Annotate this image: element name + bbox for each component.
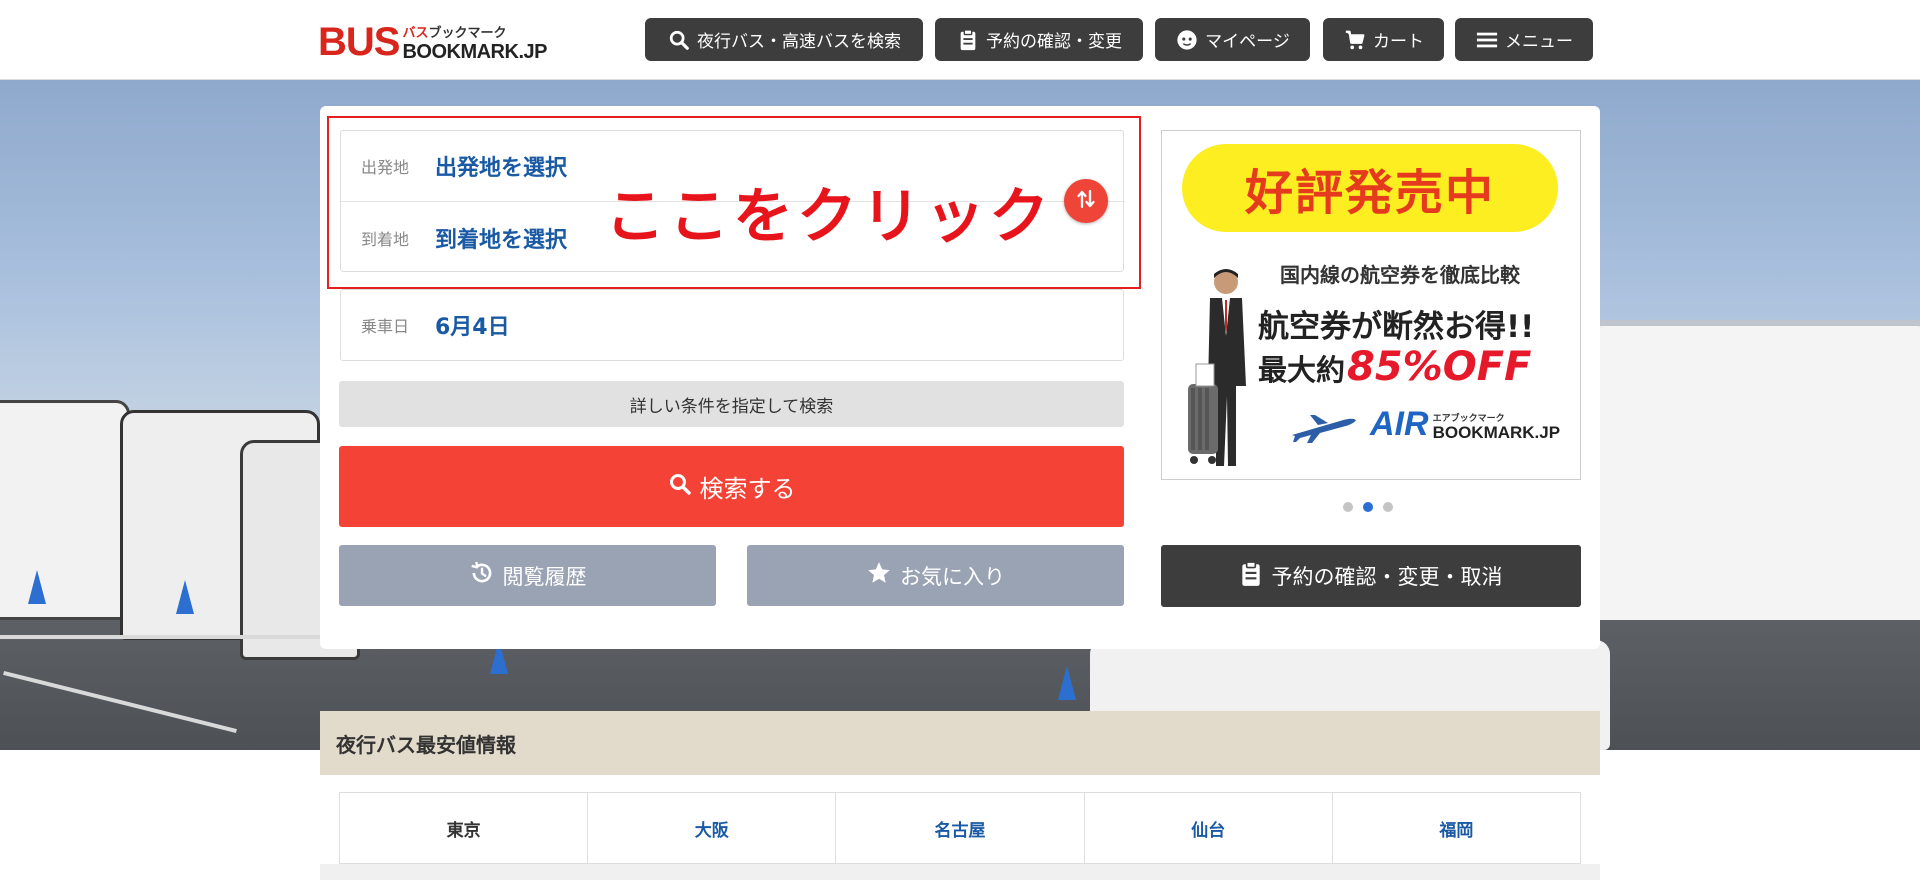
- nav-search-label: 夜行バス・高速バスを検索: [697, 32, 901, 52]
- carousel-dot[interactable]: [1343, 502, 1353, 512]
- nav-reservation-label: 予約の確認・変更: [986, 32, 1122, 52]
- clipboard-icon: [956, 28, 980, 52]
- city-tab-sendai[interactable]: 仙台: [1085, 793, 1333, 863]
- city-tabs: 東京 大阪 名古屋 仙台 福岡: [339, 792, 1581, 864]
- background-bus: [0, 400, 130, 620]
- favorites-button[interactable]: お気に入り: [747, 545, 1124, 606]
- ad-brand-domain: BOOKMARK.JP: [1432, 423, 1561, 442]
- ad-line-1: 国内線の航空券を徹底比較: [1280, 263, 1520, 287]
- carousel-dot[interactable]: [1383, 502, 1393, 512]
- airline-ad-banner[interactable]: 好評発売中 国内線の航空券を徹底比較 航空券が断然お得!! 最大約 85%OFF…: [1161, 130, 1581, 480]
- nav-cart-label: カート: [1373, 32, 1424, 52]
- swap-arrows-icon: [1076, 188, 1096, 214]
- nav-search-button[interactable]: 夜行バス・高速バスを検索: [645, 18, 923, 61]
- carousel-dot-active[interactable]: [1363, 502, 1373, 512]
- reservation-confirm-button[interactable]: 予約の確認・変更・取消: [1161, 545, 1581, 607]
- ad-brand-logo: AIR エアブックマーク BOOKMARK.JP: [1370, 407, 1560, 441]
- favorites-button-label: お気に入り: [900, 564, 1005, 589]
- reservation-confirm-label: 予約の確認・変更・取消: [1271, 565, 1503, 589]
- ad-line-3-prefix: 最大約: [1258, 353, 1346, 387]
- ad-line-3: 最大約 85%OFF: [1258, 344, 1531, 390]
- ad-brand-main: AIR: [1370, 405, 1429, 443]
- search-icon: [668, 472, 692, 502]
- nav-mypage-label: マイページ: [1205, 32, 1290, 52]
- city-tab-tokyo[interactable]: 東京: [340, 793, 589, 863]
- history-button-label: 閲覧履歴: [502, 564, 587, 589]
- ad-badge: 好評発売中: [1182, 144, 1558, 232]
- search-button[interactable]: 検索する: [339, 446, 1124, 527]
- date-label: 乗車日: [361, 317, 410, 336]
- traffic-cone: [28, 570, 46, 604]
- city-tab-fukuoka[interactable]: 福岡: [1333, 793, 1580, 863]
- background-bus: [1590, 320, 1920, 620]
- search-icon: [667, 28, 691, 52]
- ad-discount: 85%OFF: [1347, 344, 1532, 390]
- menu-icon: [1475, 28, 1499, 52]
- logo-bus-text: BUS: [318, 20, 400, 64]
- user-face-icon: [1175, 28, 1199, 52]
- businessman-illustration: [1184, 266, 1254, 476]
- airplane-icon: [1290, 409, 1360, 445]
- city-tab-osaka[interactable]: 大阪: [588, 793, 837, 863]
- nav-menu-button[interactable]: メニュー: [1455, 18, 1593, 61]
- date-value[interactable]: 6月4日: [435, 309, 510, 341]
- star-icon: [866, 560, 892, 591]
- site-header: BUS バスブックマーク BOOKMARK.JP 夜行バス・高速バスを検索 予約…: [0, 0, 1920, 80]
- lane-marking: [0, 635, 320, 639]
- clipboard-icon: [1240, 560, 1262, 592]
- date-field[interactable]: 乗車日 6月4日: [340, 289, 1124, 361]
- swap-route-button[interactable]: [1064, 179, 1108, 223]
- site-logo[interactable]: BUS バスブックマーク BOOKMARK.JP: [318, 18, 547, 62]
- traffic-cone: [176, 580, 194, 614]
- nav-menu-label: メニュー: [1505, 32, 1573, 52]
- traffic-cone: [1058, 666, 1076, 700]
- logo-kana: バスブックマーク: [402, 26, 507, 41]
- nav-cart-button[interactable]: カート: [1323, 18, 1444, 61]
- detailed-search-button[interactable]: 詳しい条件を指定して検索: [339, 381, 1124, 427]
- content-strip: [320, 864, 1600, 880]
- lane-marking: [3, 671, 237, 733]
- city-tab-nagoya[interactable]: 名古屋: [836, 793, 1085, 863]
- ad-line-2: 航空券が断然お得!!: [1258, 309, 1535, 345]
- search-button-label: 検索する: [699, 475, 796, 503]
- history-icon: [469, 560, 495, 591]
- cheapest-section-header: 夜行バス最安値情報: [320, 711, 1600, 775]
- logo-domain: BOOKMARK.JP: [402, 41, 547, 63]
- carousel-dots: [1343, 502, 1393, 512]
- nav-mypage-button[interactable]: マイページ: [1155, 18, 1310, 61]
- cheapest-section-title: 夜行バス最安値情報: [336, 732, 516, 757]
- cart-icon: [1343, 28, 1367, 52]
- nav-reservation-button[interactable]: 予約の確認・変更: [935, 18, 1143, 61]
- history-button[interactable]: 閲覧履歴: [339, 545, 716, 606]
- click-here-annotation: ここをクリック: [605, 182, 1053, 252]
